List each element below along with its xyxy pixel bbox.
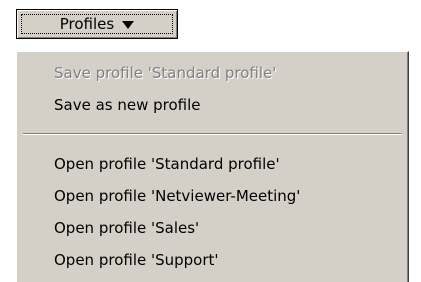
menu-item-open-support[interactable]: Open profile 'Support' [54, 250, 219, 270]
profiles-dropdown-menu: Save profile 'Standard profile' Save as … [16, 51, 409, 282]
profiles-button-label: Profiles [59, 15, 115, 33]
menu-item-save-profile: Save profile 'Standard profile' [54, 64, 277, 82]
menu-separator [23, 133, 402, 135]
profiles-button[interactable]: Profiles [16, 9, 178, 39]
menu-item-open-standard-profile[interactable]: Open profile 'Standard profile' [54, 154, 280, 174]
menu-item-open-sales[interactable]: Open profile 'Sales' [54, 218, 199, 238]
caret-down-icon [122, 20, 135, 29]
menu-item-save-as-new-profile[interactable]: Save as new profile [54, 95, 201, 115]
profiles-menu-window: Profiles Save profile 'Standard profile'… [0, 0, 421, 282]
focus-rectangle: Profiles [21, 14, 173, 34]
menu-item-open-netviewer-meeting[interactable]: Open profile 'Netviewer-Meeting' [54, 186, 300, 206]
